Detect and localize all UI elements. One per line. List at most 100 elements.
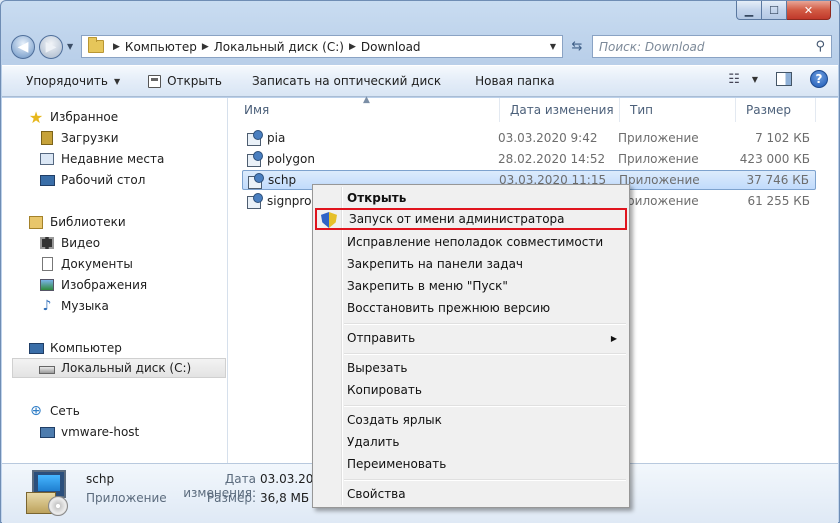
network-icon: ⊕: [30, 403, 42, 419]
organize-button[interactable]: Упорядочить ▼: [2, 66, 134, 96]
sidebar-item-label: Видео: [61, 236, 101, 250]
menu-item-cut[interactable]: Вырезать: [315, 357, 627, 379]
column-header-name[interactable]: Имя ▲: [234, 95, 500, 122]
file-name: schp: [268, 173, 297, 187]
sidebar-item-desktop[interactable]: Рабочий стол: [39, 170, 145, 190]
sidebar-item-label: Сеть: [50, 404, 80, 418]
downloads-folder-icon: [39, 130, 55, 146]
menu-item-label: Восстановить прежнюю версию: [347, 301, 551, 315]
arrow-left-icon: ◀: [17, 39, 29, 55]
menu-item-open[interactable]: Открыть: [315, 187, 627, 209]
sidebar-item-vmware-host[interactable]: vmware-host: [39, 422, 139, 442]
file-name: signpro: [267, 194, 312, 208]
menu-separator: [344, 479, 626, 481]
menu-item-label: Открыть: [347, 191, 407, 205]
chevron-right-icon[interactable]: ▶: [349, 42, 356, 52]
column-header-size[interactable]: Размер: [736, 98, 816, 122]
recent-pages-dropdown[interactable]: ▼: [67, 42, 73, 51]
details-size-label: Размер:: [206, 491, 256, 505]
menu-item-create-shortcut[interactable]: Создать ярлык: [315, 409, 627, 431]
sidebar-item-libraries[interactable]: Библиотеки: [28, 212, 126, 232]
chevron-right-icon[interactable]: ▶: [113, 42, 120, 52]
menu-item-label: Переименовать: [347, 457, 447, 471]
search-input[interactable]: Поиск: Download ⚲: [592, 35, 832, 58]
menu-item-restore-version[interactable]: Восстановить прежнюю версию: [315, 297, 627, 319]
breadcrumb-download[interactable]: Download: [361, 40, 421, 54]
table-row[interactable]: pia 03.03.2020 9:42 Приложение 7 102 КБ: [242, 128, 816, 148]
arrow-right-icon: ▶: [45, 39, 57, 55]
search-placeholder: Поиск: Download: [599, 39, 705, 54]
address-bar[interactable]: ▶ Компьютер ▶ Локальный диск (C:) ▶ Down…: [81, 35, 563, 58]
sidebar-item-recent[interactable]: Недавние места: [39, 149, 164, 169]
sidebar-item-network[interactable]: ⊕ Сеть: [28, 401, 80, 421]
sidebar-item-label: Компьютер: [50, 341, 122, 355]
forward-button[interactable]: ▶: [39, 35, 63, 59]
menu-item-label: Удалить: [347, 435, 400, 449]
search-icon[interactable]: ⚲: [815, 39, 825, 54]
sidebar-item-local-disk[interactable]: Локальный диск (C:): [12, 358, 226, 378]
breadcrumb-local-disk[interactable]: Локальный диск (C:): [214, 40, 344, 54]
command-bar: Упорядочить ▼ Открыть Записать на оптиче…: [2, 65, 838, 97]
sort-ascending-icon: ▲: [363, 95, 370, 105]
sidebar-item-music[interactable]: ♪ Музыка: [39, 296, 109, 316]
help-icon[interactable]: ?: [810, 70, 828, 88]
details-size-value: 36,8 МБ: [260, 491, 310, 505]
menu-item-troubleshoot[interactable]: Исправление неполадок совместимости: [315, 231, 627, 253]
menu-item-pin-start[interactable]: Закрепить в меню "Пуск": [315, 275, 627, 297]
new-folder-label: Новая папка: [475, 74, 555, 88]
new-folder-button[interactable]: Новая папка: [455, 66, 568, 96]
menu-item-label: Запуск от имени администратора: [349, 212, 565, 226]
menu-item-delete[interactable]: Удалить: [315, 431, 627, 453]
explorer-window: ▁ ☐ ✕ ◀ ▶ ▼ ▶ Компьютер ▶ Локальный диск…: [0, 0, 840, 523]
menu-item-rename[interactable]: Переименовать: [315, 453, 627, 475]
preview-pane-icon[interactable]: [776, 72, 792, 86]
chevron-down-icon: ▼: [113, 76, 121, 86]
table-row[interactable]: polygon 28.02.2020 14:52 Приложение 423 …: [242, 149, 816, 169]
refresh-button[interactable]: ⇆: [565, 35, 589, 58]
menu-item-send-to[interactable]: Отправить ▶: [315, 327, 627, 349]
column-header-date[interactable]: Дата изменения: [500, 98, 620, 122]
menu-item-label: Исправление неполадок совместимости: [347, 235, 604, 249]
sidebar-item-label: Загрузки: [61, 131, 119, 145]
menu-item-pin-taskbar[interactable]: Закрепить на панели задач: [315, 253, 627, 275]
minimize-button[interactable]: ▁: [736, 1, 762, 20]
star-icon: ★: [28, 107, 44, 127]
chevron-right-icon[interactable]: ▶: [202, 42, 209, 52]
sidebar-item-video[interactable]: Видео: [39, 233, 100, 253]
sidebar-item-label: vmware-host: [61, 425, 140, 439]
sidebar-item-label: Изображения: [61, 278, 148, 292]
file-date: 03.03.2020 9:42: [498, 131, 598, 145]
video-icon: [39, 235, 55, 251]
menu-item-copy[interactable]: Копировать: [315, 379, 627, 401]
column-header-label: Дата изменения: [510, 103, 614, 117]
open-button[interactable]: Открыть: [134, 66, 236, 96]
file-size: 423 000 КБ: [739, 152, 810, 166]
sidebar-item-label: Избранное: [50, 110, 119, 124]
sidebar-item-pictures[interactable]: Изображения: [39, 275, 147, 295]
view-dropdown-icon[interactable]: ▼: [752, 75, 758, 84]
installer-icon: [26, 470, 72, 516]
menu-item-run-as-admin[interactable]: Запуск от имени администратора: [315, 208, 627, 230]
file-size: 37 746 КБ: [746, 173, 809, 187]
menu-item-properties[interactable]: Свойства: [315, 483, 627, 505]
close-button[interactable]: ✕: [787, 1, 831, 20]
burn-button[interactable]: Записать на оптический диск: [236, 66, 455, 96]
sidebar-item-computer[interactable]: Компьютер: [28, 338, 122, 358]
application-icon: [246, 151, 263, 167]
address-dropdown-icon[interactable]: ▼: [550, 42, 556, 51]
menu-item-label: Свойства: [347, 487, 406, 501]
breadcrumb-computer[interactable]: Компьютер: [125, 40, 197, 54]
sidebar-item-label: Недавние места: [61, 152, 165, 166]
sidebar-item-favorites[interactable]: ★ Избранное: [28, 107, 118, 127]
sidebar-item-documents[interactable]: Документы: [39, 254, 133, 274]
maximize-button[interactable]: ☐: [762, 1, 787, 20]
music-icon: ♪: [42, 298, 52, 314]
sidebar-item-label: Библиотеки: [50, 215, 126, 229]
application-icon: [247, 173, 264, 189]
view-options-icon[interactable]: ☷: [728, 72, 740, 87]
back-button[interactable]: ◀: [11, 35, 35, 59]
document-icon: [39, 256, 55, 272]
column-header-type[interactable]: Тип: [620, 98, 736, 122]
column-header-label: Размер: [746, 103, 792, 117]
sidebar-item-downloads[interactable]: Загрузки: [39, 128, 119, 148]
